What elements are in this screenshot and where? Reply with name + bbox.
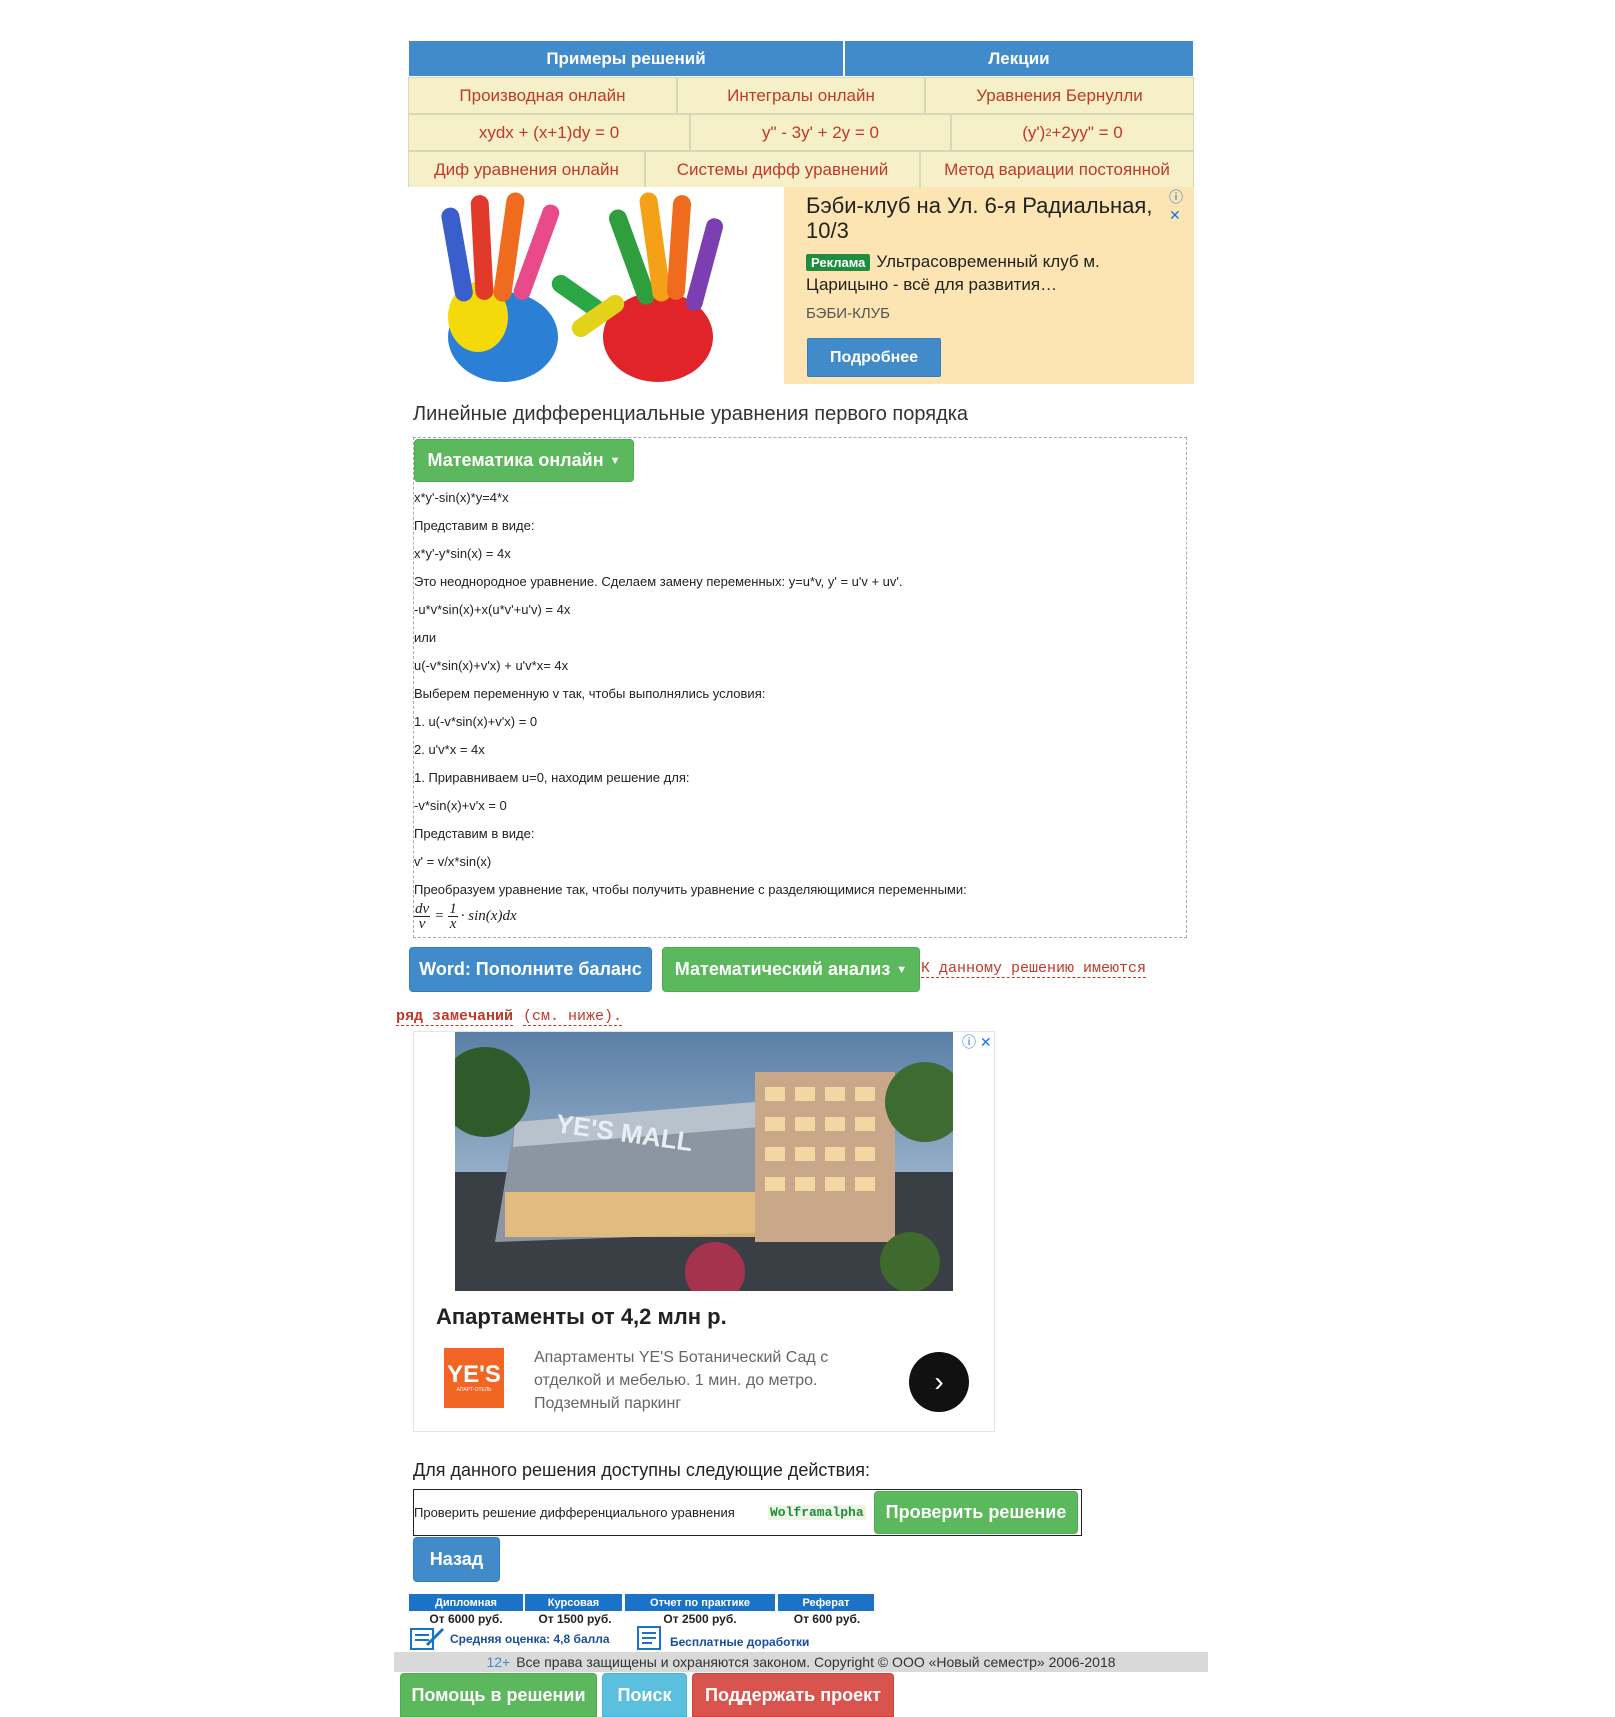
ad1-brand: БЭБИ-КЛУБ	[806, 305, 891, 322]
solution-line: -v*sin(x)+v'x = 0	[414, 798, 507, 813]
copyright: Все права защищены и охраняются законом.…	[516, 1654, 1116, 1670]
nav-example-3-post: +2yy" = 0	[1051, 122, 1123, 142]
ad2-text: Апартаменты YE'S Ботанический Сад с отде…	[534, 1349, 829, 1412]
ad-baby-club[interactable]: Бэби-клуб на Ул. 6-я Радиальная, 10/3 Ре…	[408, 187, 1194, 384]
page-title: Линейные дифференциальные уравнения перв…	[413, 403, 969, 425]
nav-table: Производная онлайн Интегралы онлайн Урав…	[408, 77, 1194, 188]
search-button[interactable]: Поиск	[602, 1673, 687, 1717]
math-online-label: Математика онлайн	[427, 450, 604, 470]
nav-derivative[interactable]: Производная онлайн	[408, 77, 677, 114]
price-practice-value: От 2500 руб.	[663, 1612, 737, 1626]
check-label: Проверить решение дифференциального урав…	[414, 1505, 735, 1520]
actions-title: Для данного решения доступны следующие д…	[413, 1460, 871, 1480]
ad2-mall-image: YE'S MALL	[455, 1032, 953, 1291]
formula-den2: x	[449, 916, 457, 932]
math-analysis-dropdown[interactable]: Математический анализ ▼	[662, 947, 920, 992]
solution-line: Представим в виде:	[414, 826, 535, 841]
solution-line: 1. Приравниваем u=0, находим решение для…	[414, 770, 690, 785]
ad1-more-button[interactable]: Подробнее	[807, 338, 941, 377]
caret-down-icon: ▼	[609, 454, 621, 467]
nav-example-3[interactable]: (y') 2 +2yy" = 0	[951, 114, 1194, 151]
back-button[interactable]: Назад	[413, 1537, 500, 1582]
nav-example-1[interactable]: xydx + (x+1)dy = 0	[408, 114, 690, 151]
ad1-close-icon[interactable]: ⓘ ✕	[1169, 187, 1194, 224]
math-analysis-label: Математический анализ	[674, 959, 891, 979]
formula-eq: =	[434, 908, 445, 924]
solution-line: x*y'-sin(x)*y=4*x	[414, 490, 509, 505]
remark-link-part2[interactable]: ряд замечаний (см. ниже).	[396, 1007, 623, 1026]
footer: 12+ Все права защищены и охраняются зако…	[394, 1652, 1208, 1672]
support-button[interactable]: Поддержать проект	[692, 1673, 894, 1717]
price-practice[interactable]: Отчет по практике	[625, 1594, 775, 1611]
ad2-logo-sub: АПАРТ-ОТЕЛЬ	[456, 1387, 492, 1393]
solution-line: -u*v*sin(x)+x(u*v'+u'v) = 4x	[414, 602, 571, 617]
tab-examples[interactable]: Примеры решений	[408, 40, 844, 77]
formula-num2: 1	[448, 901, 458, 917]
price-thesis[interactable]: Дипломная	[409, 1594, 523, 1611]
document-icon	[635, 1625, 663, 1651]
solution-line: x*y'-y*sin(x) = 4x	[414, 546, 511, 561]
nav-systems[interactable]: Системы дифф уравнений	[645, 151, 920, 188]
math-online-dropdown[interactable]: Математика онлайн ▼	[414, 439, 634, 482]
ad2-title[interactable]: Апартаменты от 4,2 млн р.	[436, 1304, 727, 1330]
ad1-description: Реклама Ультрасовременный клуб м. Царицын…	[806, 251, 1166, 296]
price-coursework[interactable]: Курсовая	[525, 1594, 622, 1611]
top-tabs: Примеры решений Лекции	[408, 40, 1194, 77]
check-solution-button[interactable]: Проверить решение	[874, 1491, 1078, 1534]
ad1-title[interactable]: Бэби-клуб на Ул. 6-я Радиальная, 10/3	[806, 193, 1156, 243]
ad-apartments[interactable]: YE'S MALL ⓘ ✕ Апартаменты от 4,2 млн р. …	[413, 1031, 995, 1432]
solution-line: или	[414, 630, 437, 645]
caret-down-icon: ▼	[896, 963, 908, 976]
solution-line: Это неоднородное уравнение. Сделаем заме…	[414, 574, 903, 589]
price-essay-value: От 600 руб.	[793, 1612, 861, 1626]
solution-line: v' = v/x*sin(x)	[414, 854, 492, 869]
solution-line: 2. u'v*x = 4x	[414, 742, 485, 757]
formula-den1: v	[418, 916, 426, 932]
edit-doc-icon	[409, 1625, 447, 1651]
nav-integrals[interactable]: Интегралы онлайн	[677, 77, 925, 114]
formula: dv v = 1 x · sin(x)dx	[414, 901, 517, 932]
nav-variation[interactable]: Метод вариации постоянной	[920, 151, 1194, 188]
nav-example-2[interactable]: y" - 3y' + 2y = 0	[690, 114, 951, 151]
wolfram-link[interactable]: Wolframalpha	[768, 1505, 866, 1520]
formula-rest: · sin(x)dx	[460, 908, 517, 924]
ad2-logo: YE'S АПАРТ-ОТЕЛЬ	[444, 1348, 504, 1408]
solution-line: 1. u(-v*sin(x)+v'x) = 0	[414, 714, 538, 729]
ad2-logo-text: YE'S	[447, 1361, 501, 1388]
price-thesis-value: От 6000 руб.	[429, 1612, 503, 1626]
rating-text: Средняя оценка: 4,8 балла	[450, 1632, 610, 1646]
free-fixes-text: Бесплатные доработки	[670, 1635, 810, 1649]
solution-line: Выберем переменную v так, чтобы выполнял…	[414, 686, 766, 701]
solution-line: Преобразуем уравнение так, чтобы получит…	[414, 882, 967, 897]
ad1-badge: Реклама	[806, 254, 871, 271]
price-essay[interactable]: Реферат	[778, 1594, 874, 1611]
nav-bernoulli[interactable]: Уравнения Бернулли	[925, 77, 1194, 114]
remark-link-part1[interactable]: К данному решению имеются	[921, 959, 1147, 978]
remark-bold: ряд замечаний	[396, 1008, 514, 1026]
help-button[interactable]: Помощь в решении	[400, 1673, 597, 1717]
price-coursework-value: От 1500 руб.	[538, 1612, 612, 1626]
remark-tail: (см. ниже).	[523, 1008, 623, 1026]
ad-hands-image	[408, 187, 784, 384]
ad2-close-icon[interactable]: ⓘ ✕	[962, 1032, 992, 1052]
age-rating: 12+	[486, 1654, 511, 1670]
nav-example-3-pre: (y')	[1022, 122, 1046, 142]
word-balance-button[interactable]: Word: Пополните баланс	[409, 947, 652, 992]
tab-lectures[interactable]: Лекции	[844, 40, 1194, 77]
chevron-right-icon[interactable]: ›	[909, 1352, 969, 1412]
nav-diff-eq-online[interactable]: Диф уравнения онлайн	[408, 151, 645, 188]
solution-line: u(-v*sin(x)+v'x) + u'v*x= 4x	[414, 658, 569, 673]
solution-line: Представим в виде:	[414, 518, 535, 533]
formula-num1: dv	[414, 901, 431, 917]
